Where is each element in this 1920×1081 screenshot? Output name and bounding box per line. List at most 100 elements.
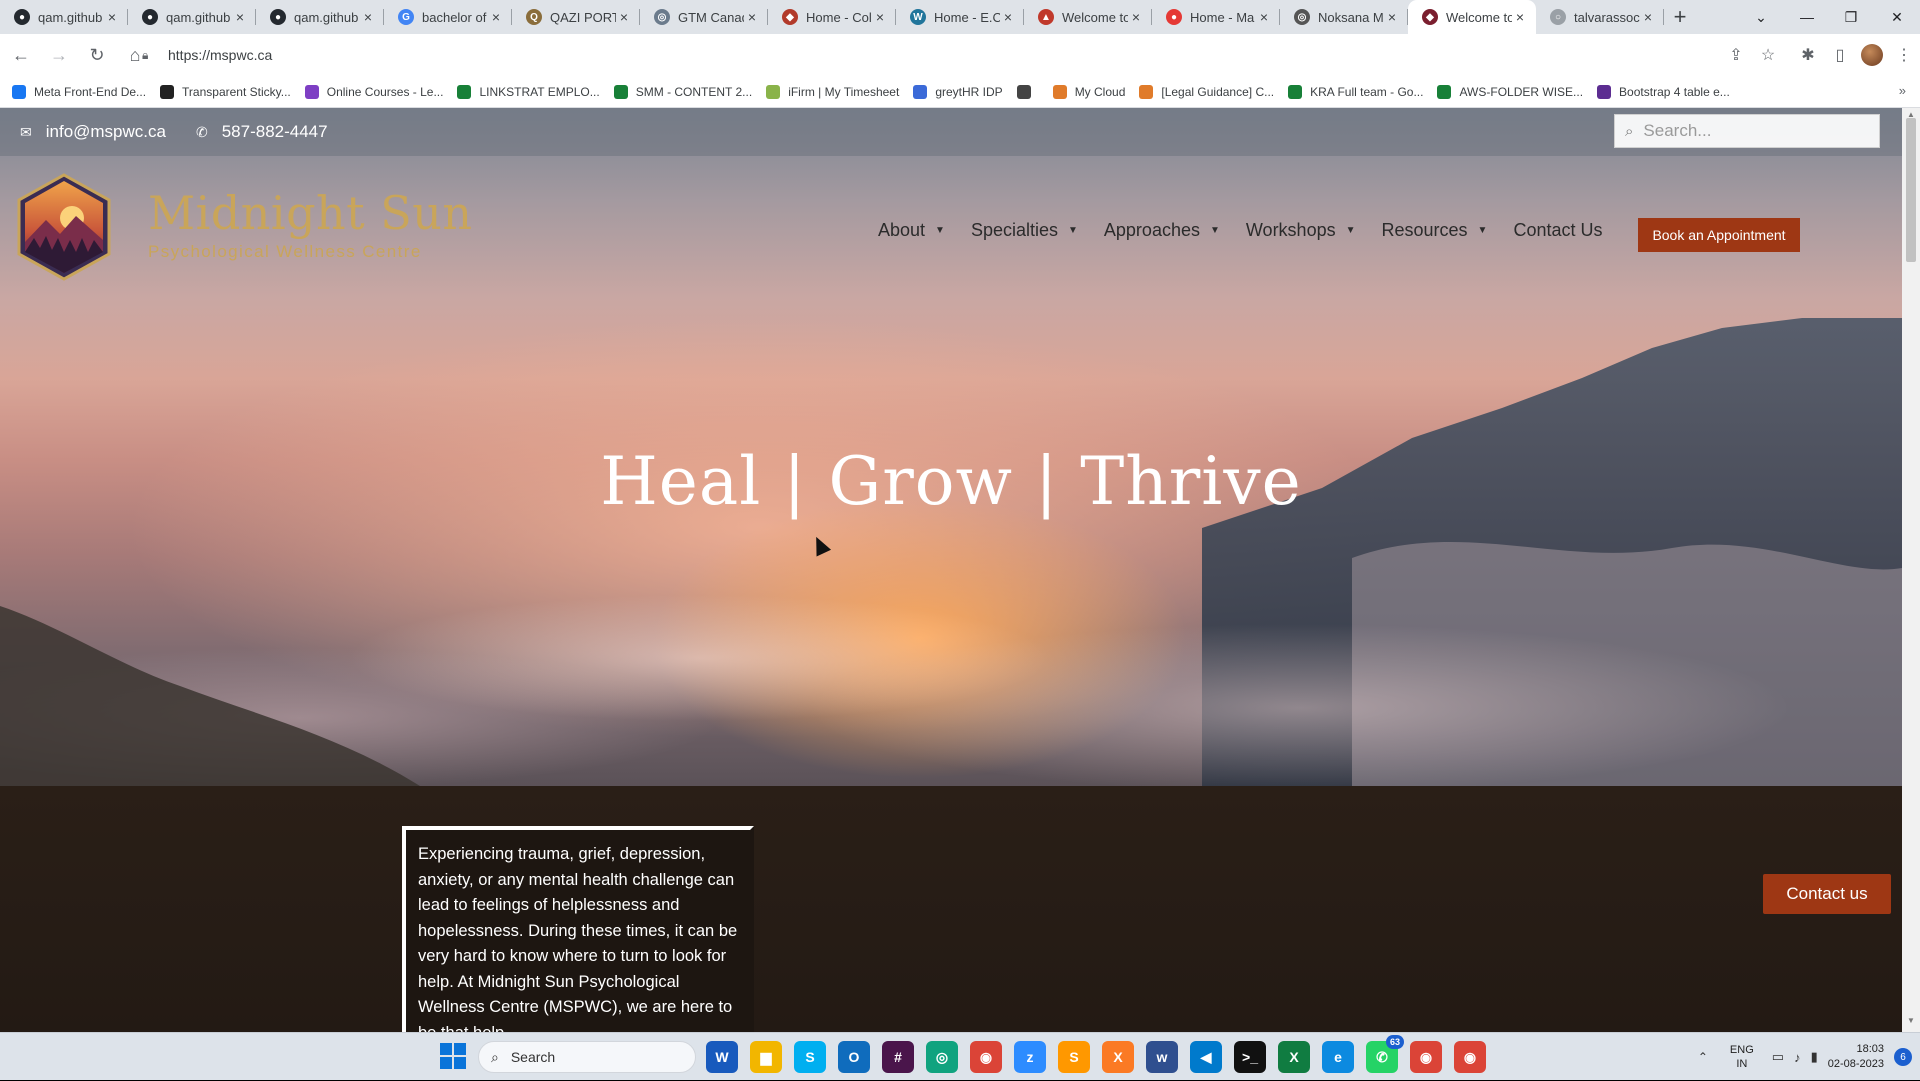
forward-arrow-icon[interactable]: → [42,38,76,72]
bookmark-label[interactable]: [Legal Guidance] C... [1161,85,1274,99]
bookmark-label[interactable]: iFirm | My Timesheet [788,85,899,99]
battery-icon[interactable]: ▮ [1811,1049,1818,1065]
browser-tab[interactable]: ○ talvarassoc × [1536,0,1664,34]
brand-name[interactable]: Midnight Sun [148,186,473,240]
nav-label[interactable]: Contact Us [1513,220,1602,241]
close-window-button[interactable]: ✕ [1874,0,1920,34]
email-text[interactable]: info@mspwc.ca [46,122,166,142]
caret-down-icon[interactable]: ▼ [1210,225,1220,236]
bookmark-label[interactable]: SMM - CONTENT 2... [636,85,752,99]
browser-tab[interactable]: ◆ Home - Col × [768,0,896,34]
chrome-menu-icon[interactable]: ⋮ [1888,39,1920,71]
nav-label[interactable]: Specialties [971,220,1058,241]
bookmark-item[interactable]: greytHR IDP [913,84,1003,99]
browser-tab[interactable]: W Home - E.C × [896,0,1024,34]
tab-title[interactable]: qam.github [38,10,104,25]
edge-icon[interactable]: e [1322,1041,1354,1073]
tab-close-icon[interactable]: × [1256,9,1272,25]
browser-tab[interactable]: Gbachelor of × [384,0,512,34]
bookmark-star-icon[interactable]: ☆ [1752,39,1784,71]
tab-title[interactable]: bachelor of [422,10,488,25]
caret-down-icon[interactable]: ▼ [935,225,945,236]
more-bookmarks-icon[interactable]: » [1899,83,1906,98]
xampp-icon[interactable]: X [1102,1041,1134,1073]
tab-title[interactable]: GTM Canad [678,10,744,25]
bookmark-label[interactable]: Transparent Sticky... [182,85,291,99]
outlook-icon[interactable]: O [838,1041,870,1073]
tab-close-icon[interactable]: × [1384,9,1400,25]
bookmark-item[interactable]: KRA Full team - Go... [1288,84,1423,99]
bookmark-label[interactable]: Meta Front-End De... [34,85,146,99]
tab-close-icon[interactable]: × [488,9,504,25]
browser-tab[interactable]: ● qam.github × [128,0,256,34]
tab-title[interactable]: Noksana M [1318,10,1384,25]
tab-close-icon[interactable]: × [1128,9,1144,25]
bookmark-label[interactable]: Bootstrap 4 table e... [1619,85,1730,99]
site-search-input[interactable] [1643,121,1854,141]
midnight-sun-logo[interactable] [14,172,114,282]
browser-tab[interactable]: ● qam.github × [256,0,384,34]
bookmark-label[interactable]: Online Courses - Le... [327,85,444,99]
sublime-icon[interactable]: S [1058,1041,1090,1073]
word-icon[interactable]: W [706,1041,738,1073]
chrome-icon[interactable]: ◉ [970,1041,1002,1073]
tab-title[interactable]: qam.github [294,10,360,25]
new-tab-button[interactable]: + [1664,0,1696,34]
bookmark-item[interactable]: Bootstrap 4 table e... [1597,84,1730,99]
browser-tab[interactable]: ◎ GTM Canad × [640,0,768,34]
nav-label[interactable]: Resources [1382,220,1468,241]
chrome-profile-1-icon[interactable]: ◉ [1410,1041,1442,1073]
app-w-icon[interactable]: w [1146,1041,1178,1073]
bookmark-item[interactable]: Meta Front-End De... [12,84,146,99]
phone-link[interactable]: ✆ 587-882-4447 [196,122,328,142]
nav-item-specialties[interactable]: Specialties ▼ [971,220,1078,241]
nav-item-approaches[interactable]: Approaches ▼ [1104,220,1220,241]
chrome-profile-2-icon[interactable]: ◉ [1454,1041,1486,1073]
whatsapp-icon[interactable]: ✆ 63 [1366,1035,1404,1073]
tab-search-icon[interactable]: ⌄ [1738,0,1784,34]
tab-title[interactable]: talvarassoc [1574,10,1640,25]
tab-title[interactable]: Welcome to [1446,10,1512,25]
bookmark-item[interactable]: LINKSTRAT EMPLO... [457,84,600,99]
terminal-icon[interactable]: >_ [1234,1041,1266,1073]
file-explorer-icon[interactable]: ▆ [750,1041,782,1073]
taskbar-search[interactable]: ⌕ Search [478,1041,696,1073]
excel-icon[interactable]: X [1278,1041,1310,1073]
vscode-icon[interactable]: ◀ [1190,1041,1222,1073]
tab-title[interactable]: Home - Col [806,10,872,25]
browser-tab[interactable]: ◎ Noksana M × [1280,0,1408,34]
reload-icon[interactable]: ↻ [80,38,114,72]
tab-title[interactable]: Home - E.C [934,10,1000,25]
bookmark-label[interactable]: greytHR IDP [935,85,1002,99]
nav-item-resources[interactable]: Resources ▼ [1382,220,1488,241]
caret-down-icon[interactable]: ▼ [1068,225,1078,236]
tray-overflow-icon[interactable]: ⌃ [1698,1050,1708,1064]
email-link[interactable]: ✉ info@mspwc.ca [20,122,166,142]
tab-close-icon[interactable]: × [872,9,888,25]
tab-close-icon[interactable]: × [104,9,120,25]
url-text[interactable]: https://mspwc.ca [168,47,272,63]
browser-tab[interactable]: Q QAZI PORT × [512,0,640,34]
tab-close-icon[interactable]: × [1512,9,1528,25]
browser-tab[interactable]: ◆ Welcome to × [1408,0,1536,34]
tab-close-icon[interactable]: × [616,9,632,25]
side-panel-icon[interactable]: ▯ [1824,39,1856,71]
bookmark-item[interactable]: Online Courses - Le... [304,84,444,99]
bookmark-item[interactable]: SMM - CONTENT 2... [613,84,752,99]
phone-text[interactable]: 587-882-4447 [222,122,328,142]
back-arrow-icon[interactable]: ← [4,38,38,72]
caret-down-icon[interactable]: ▼ [1478,225,1488,236]
bookmark-item[interactable]: My Cloud [1052,84,1125,99]
network-icon[interactable]: ▭ [1772,1049,1784,1065]
nav-label[interactable]: Workshops [1246,220,1336,241]
tab-close-icon[interactable]: × [232,9,248,25]
extensions-icon[interactable]: ✱ [1792,39,1824,71]
nav-item-workshops[interactable]: Workshops ▼ [1246,220,1356,241]
tab-close-icon[interactable]: × [744,9,760,25]
scroll-down-icon[interactable]: ▼ [1902,1016,1920,1030]
bookmark-item[interactable]: [Legal Guidance] C... [1139,84,1274,99]
tab-close-icon[interactable]: × [1640,9,1656,25]
minimize-button[interactable]: — [1784,0,1830,34]
chatgpt-icon[interactable]: ◎ [926,1041,958,1073]
nav-label[interactable]: About [878,220,925,241]
